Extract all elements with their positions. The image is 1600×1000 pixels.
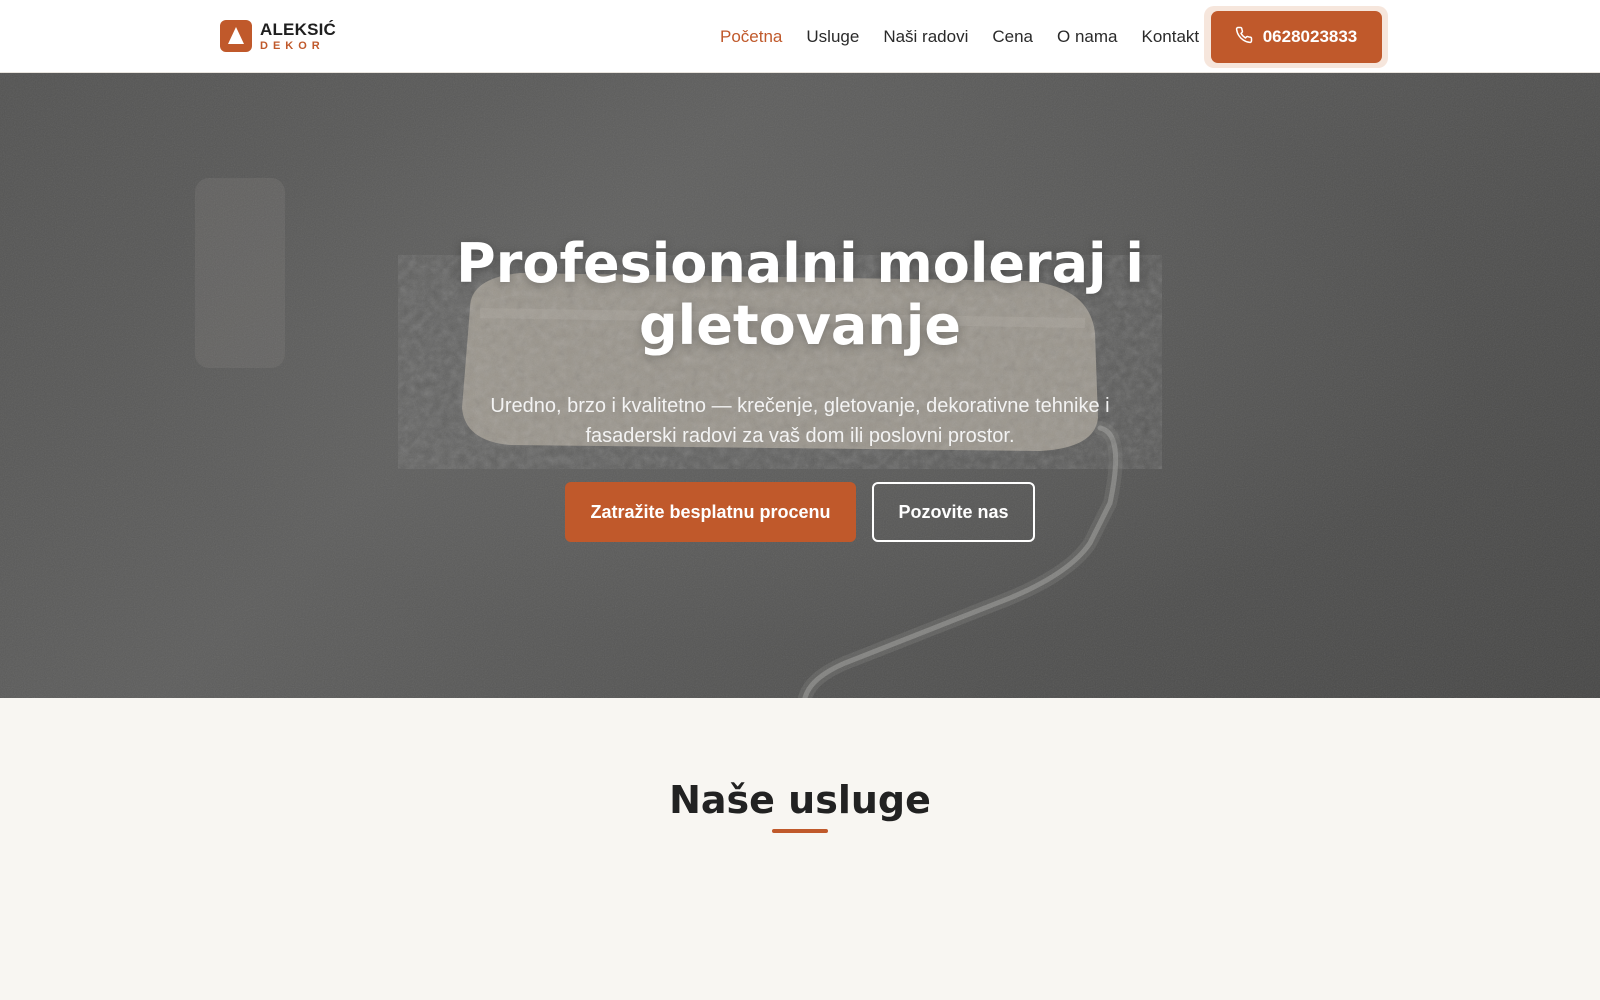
logo-mark-icon	[220, 20, 252, 52]
brand-logo[interactable]: ALEKSIĆ DEKOR	[220, 20, 336, 52]
nav-item-pocetna[interactable]: Početna	[720, 27, 782, 47]
services-section: Naše usluge	[0, 698, 1600, 1000]
hero-section: Profesionalni moleraj i gletovanje Uredn…	[0, 73, 1600, 698]
call-us-button[interactable]: Pozovite nas	[872, 482, 1035, 542]
hero-subtitle: Uredno, brzo i kvalitetno — krečenje, gl…	[490, 395, 1110, 447]
call-button-wrapper: 0628023833	[1204, 6, 1388, 68]
hero-actions: Zatražite besplatnu procenu Pozovite nas	[0, 482, 1600, 542]
request-estimate-button[interactable]: Zatražite besplatnu procenu	[565, 482, 856, 542]
nav-item-cena[interactable]: Cena	[992, 27, 1033, 47]
nav-item-usluge[interactable]: Usluge	[806, 27, 859, 47]
main-nav: Početna Usluge Naši radovi Cena O nama K…	[720, 0, 1199, 73]
site-header: ALEKSIĆ DEKOR Početna Usluge Naši radovi…	[0, 0, 1600, 73]
services-title: Naše usluge	[669, 778, 931, 822]
hero-content: Profesionalni moleraj i gletovanje Uredn…	[0, 233, 1600, 542]
nav-item-o-nama[interactable]: O nama	[1057, 27, 1117, 47]
phone-number: 0628023833	[1262, 27, 1358, 46]
brand-name: ALEKSIĆ	[260, 19, 337, 39]
hero-title: Profesionalni moleraj i gletovanje	[456, 232, 1144, 357]
brand-subtitle: DEKOR	[260, 39, 325, 52]
call-button[interactable]: 0628023833	[1210, 11, 1382, 63]
nav-item-kontakt[interactable]: Kontakt	[1141, 27, 1199, 47]
phone-icon	[1235, 26, 1253, 49]
title-underline	[772, 829, 828, 833]
nav-item-nasi-radovi[interactable]: Naši radovi	[883, 27, 968, 47]
